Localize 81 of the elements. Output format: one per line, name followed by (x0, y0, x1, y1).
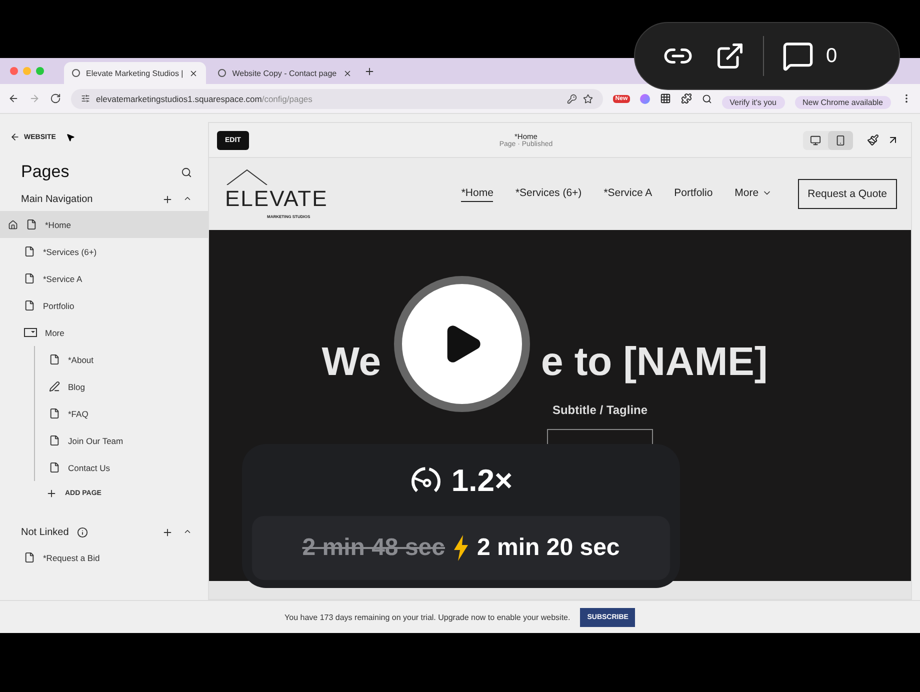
pen-icon (49, 381, 60, 392)
page-icon (49, 408, 60, 419)
grid-icon (660, 93, 671, 104)
section-title: Not Linked (21, 527, 69, 538)
page-item[interactable]: Portfolio (0, 292, 208, 319)
star-icon (583, 94, 594, 104)
url-host: elevatemarketingstudios1.squarespace.com (96, 94, 262, 104)
cursor-icon (66, 132, 75, 142)
forward-icon (29, 93, 40, 104)
browser-tab[interactable]: Website Copy - Contact page (210, 62, 360, 84)
nav-link[interactable]: Portfolio (674, 186, 713, 202)
browser-tab[interactable]: Elevate Marketing Studios | (64, 62, 206, 84)
hero-subtitle: Subtitle / Tagline (552, 403, 648, 417)
section-title: Main Navigation (21, 194, 93, 205)
page-item[interactable]: *Services (6+) (0, 238, 208, 265)
nav-link[interactable]: *Services (6+) (515, 186, 582, 202)
update-chip[interactable]: New Chrome available (794, 96, 891, 109)
search-icon (702, 94, 712, 104)
reload-icon (50, 93, 61, 104)
new-duration: 2 min 20 sec (477, 534, 620, 562)
favicon-icon (218, 69, 226, 77)
page-item[interactable]: *About (35, 346, 208, 373)
nav-link[interactable]: More (734, 186, 772, 202)
page-item[interactable]: More (0, 319, 208, 346)
external-link-icon (715, 41, 745, 71)
page-item[interactable]: Join Our Team (35, 427, 208, 454)
speed-label: 1.2× (451, 463, 513, 499)
comments-button[interactable]: 0 (778, 36, 842, 76)
profile-chip[interactable]: Verify it's you (722, 96, 785, 109)
page-item[interactable]: *Service A (0, 265, 208, 292)
info-icon (76, 527, 88, 538)
page-icon (24, 552, 35, 563)
lightning-icon (453, 535, 469, 561)
quote-button[interactable]: Request a Quote (798, 179, 897, 209)
plus-icon (162, 194, 173, 205)
page-icon (26, 219, 37, 230)
page-icon (49, 435, 60, 446)
plus-icon (162, 527, 173, 538)
address-bar[interactable]: elevatemarketingstudios1.squarespace.com/config/pages (71, 88, 604, 108)
comment-icon (782, 40, 814, 72)
monitor-icon (810, 134, 821, 146)
search-icon (181, 166, 192, 178)
back-arrow-icon (10, 132, 20, 142)
puzzle-icon (680, 93, 692, 104)
close-icon (342, 68, 352, 78)
trial-message: You have 173 days remaining on your trial. Upgrade now to enable your website. (284, 612, 570, 622)
key-icon (567, 94, 578, 104)
collapse-icon (183, 527, 192, 536)
page-icon (49, 354, 60, 365)
home-icon (8, 220, 18, 230)
page-icon (49, 462, 60, 473)
hero-heading: We (322, 340, 381, 385)
plus-icon (46, 488, 57, 498)
page-item[interactable]: *Home (0, 211, 208, 238)
original-duration: 2 min 48 sec (302, 534, 445, 562)
close-icon (189, 68, 198, 78)
nav-link[interactable]: *Home (461, 186, 494, 202)
logo-text: ELEVATE (225, 185, 329, 214)
hero-heading: e to [NAME] (541, 340, 768, 385)
plus-icon (364, 66, 375, 76)
page-icon (24, 273, 35, 284)
favicon-icon (72, 69, 80, 77)
phone-icon (835, 134, 846, 146)
page-item[interactable]: Contact Us (35, 454, 208, 481)
url-path: /config/pages (262, 94, 312, 104)
back-icon (8, 93, 19, 104)
page-item[interactable]: *Request a Bid (0, 544, 208, 571)
arrow-up-right-icon (887, 134, 899, 146)
extension-icon[interactable] (640, 94, 650, 104)
roof-icon (225, 169, 269, 186)
brush-icon (867, 134, 879, 146)
page-icon (24, 246, 35, 257)
page-icon (24, 300, 35, 311)
nav-link[interactable]: *Service A (604, 186, 652, 202)
pages-title: Pages (21, 162, 70, 182)
folder-icon (24, 328, 37, 337)
page-item[interactable]: Blog (35, 373, 208, 400)
collapse-icon (183, 194, 192, 203)
page-item[interactable]: *FAQ (35, 400, 208, 427)
device-toggle[interactable] (828, 130, 853, 150)
tune-icon (81, 94, 90, 103)
